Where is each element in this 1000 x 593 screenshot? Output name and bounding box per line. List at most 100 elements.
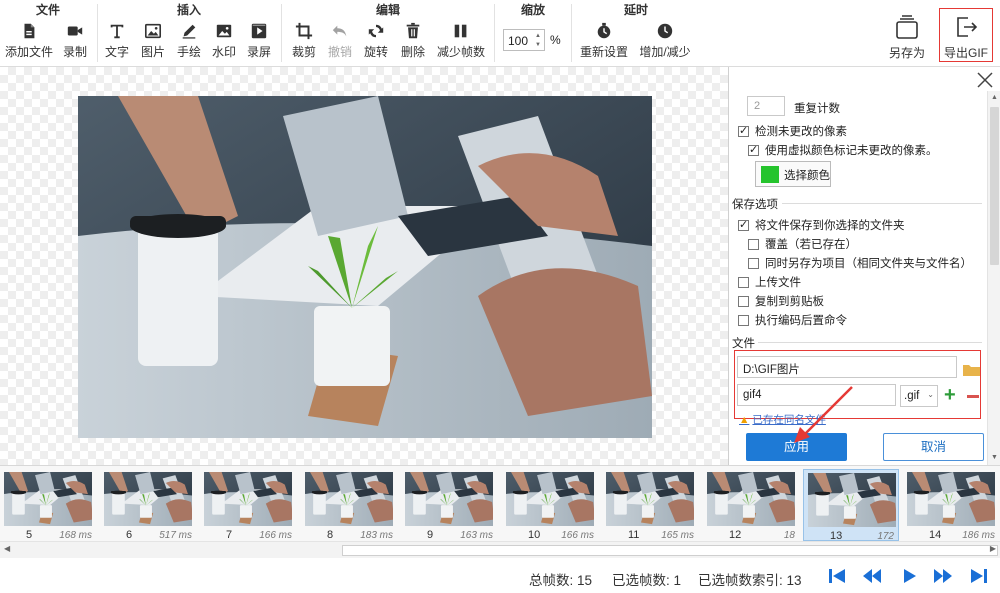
screen-record-button[interactable]: 录屏 [243, 22, 275, 62]
record-button[interactable]: 录制 [58, 22, 92, 62]
next-frame-icon[interactable] [933, 567, 955, 585]
ribbon-divider [281, 4, 282, 62]
watermark-icon [216, 24, 232, 38]
status-bar: 总帧数: 15 已选帧数: 1 已选帧数索引: 13 [0, 558, 1000, 593]
overwrite-checkbox[interactable]: 覆盖（若已存在） [748, 236, 857, 252]
reduce-frames-icon [454, 24, 467, 38]
draw-button[interactable]: 手绘 [173, 22, 205, 62]
export-highlight-box [939, 8, 993, 62]
scroll-down-icon[interactable]: ▼ [989, 452, 1000, 464]
previous-frame-icon[interactable] [860, 567, 882, 585]
total-frames-text: 总帧数: 15 [529, 573, 593, 588]
frame-thumbnail[interactable]: 14 186 ms [903, 469, 999, 541]
text-button[interactable]: 文字 [101, 22, 133, 62]
frame-image [104, 472, 192, 526]
frame-thumbnail-selected[interactable]: 13 172 [803, 469, 899, 542]
image-button[interactable]: 图片 [137, 22, 169, 62]
frame-image [305, 472, 393, 526]
scroll-up-icon[interactable]: ▲ [989, 92, 1000, 104]
reset-timer-icon [597, 22, 611, 39]
timeline-scroll-thumb[interactable] [342, 545, 998, 556]
checkbox-icon[interactable] [738, 315, 749, 326]
reset-delay-button[interactable]: 重新设置 [576, 22, 632, 62]
frame-thumbnail[interactable]: 7 166 ms [200, 469, 296, 541]
crop-icon [295, 22, 313, 40]
run-post-command-checkbox[interactable]: 执行编码后置命令 [738, 312, 847, 328]
checkbox-checked-icon[interactable] [748, 143, 759, 156]
checkbox-icon[interactable] [738, 296, 749, 307]
undo-icon [332, 25, 347, 37]
section-divider [758, 342, 982, 343]
trash-icon [406, 22, 420, 39]
checkbox-icon[interactable] [748, 258, 759, 269]
panel-scroll-thumb[interactable] [990, 107, 999, 265]
checkbox-checked-icon[interactable] [738, 124, 749, 137]
scroll-left-icon[interactable]: ◀ [4, 544, 10, 553]
watermark-button[interactable]: 水印 [208, 22, 240, 62]
frame-thumbnail[interactable]: 6 517 ms [100, 469, 196, 541]
scroll-right-icon[interactable]: ▶ [990, 544, 996, 553]
save-as-button[interactable]: 另存为 [884, 14, 930, 62]
text-icon [110, 24, 124, 39]
group-title-insert: 插入 [176, 3, 201, 17]
frame-thumbnail[interactable]: 11 165 ms [602, 469, 698, 541]
save-to-folder-checkbox[interactable]: 将文件保存到你选择的文件夹 [738, 217, 905, 233]
last-frame-icon[interactable] [968, 567, 990, 585]
repeat-count-label: 重复计数 [794, 103, 840, 115]
undo-button[interactable]: 撤销 [324, 22, 356, 62]
frame-image [4, 472, 92, 526]
checkbox-icon[interactable] [748, 239, 759, 250]
first-frame-icon[interactable] [826, 567, 848, 585]
zoom-unit: % [550, 33, 561, 47]
file-add-icon [24, 23, 35, 39]
file-section-title: 文件 [732, 338, 755, 350]
rotate-icon [368, 24, 384, 38]
ribbon-divider [494, 4, 495, 62]
delete-button[interactable]: 删除 [397, 22, 429, 62]
film-play-icon [251, 23, 267, 39]
group-title-delay: 延时 [623, 3, 648, 17]
virtual-color-checkbox[interactable]: 使用虚拟颜色标记未更改的像素。 [748, 142, 938, 158]
zoom-value: 100 [508, 34, 529, 48]
annotation-arrow-icon [794, 386, 853, 443]
spin-up-icon[interactable]: ▲ [535, 32, 541, 40]
frame-thumbnail[interactable]: 9 163 ms [401, 469, 497, 541]
frame-timeline: 5 168 ms 6 517 ms 7 166 ms 8 183 ms 9 16… [0, 465, 1000, 542]
frame-thumbnail[interactable]: 5 168 ms [0, 469, 96, 541]
frame-image [204, 472, 292, 526]
save-as-project-checkbox[interactable]: 同时另存为项目（相同文件夹与文件名） [748, 255, 972, 271]
frame-image [506, 472, 594, 526]
ribbon-divider [571, 4, 572, 62]
image-icon [144, 23, 162, 39]
frame-image [606, 472, 694, 526]
reduce-frames-button[interactable]: 减少帧数 [433, 22, 489, 62]
choose-color-button[interactable]: 选择颜色 [755, 161, 831, 187]
cancel-button[interactable]: 取消 [883, 433, 984, 461]
warning-icon: ▲ [739, 414, 750, 426]
frame-thumbnail[interactable]: 12 18 [703, 469, 799, 541]
copy-clipboard-checkbox[interactable]: 复制到剪贴板 [738, 293, 824, 309]
panel-scrollbar[interactable]: ▲ ▼ [987, 91, 1000, 465]
add-file-button[interactable]: 添加文件 [2, 22, 56, 62]
ribbon-toolbar: 文件 添加文件 录制 插入 文字 图片 手绘 水印 录屏 编辑 裁剪 撤销 旋转… [0, 0, 1000, 67]
timeline-scrollbar[interactable]: ◀ ▶ [0, 541, 1000, 558]
selected-frames-text: 已选帧数: 1 [612, 573, 682, 588]
frame-image [707, 472, 795, 526]
close-icon[interactable] [976, 71, 994, 89]
detect-unchanged-checkbox[interactable]: 检测未更改的像素 [738, 123, 847, 139]
upload-file-checkbox[interactable]: 上传文件 [738, 274, 801, 290]
frame-preview-image [78, 96, 652, 438]
checkbox-icon[interactable] [738, 277, 749, 288]
crop-button[interactable]: 裁剪 [288, 22, 320, 62]
repeat-count-input[interactable]: 2 [747, 96, 785, 116]
canvas-area [0, 67, 728, 465]
checkbox-checked-icon[interactable] [738, 218, 749, 231]
play-icon[interactable] [898, 567, 920, 585]
rotate-button[interactable]: 旋转 [360, 22, 392, 62]
frame-thumbnail[interactable]: 8 183 ms [301, 469, 397, 541]
zoom-spinbox[interactable]: 100 ▲ ▼ [503, 29, 545, 51]
increase-decrease-delay-button[interactable]: 增加/减少 [636, 22, 694, 62]
frame-thumbnail[interactable]: 10 166 ms [502, 469, 598, 541]
frame-image [405, 472, 493, 526]
spin-down-icon[interactable]: ▼ [535, 41, 541, 49]
